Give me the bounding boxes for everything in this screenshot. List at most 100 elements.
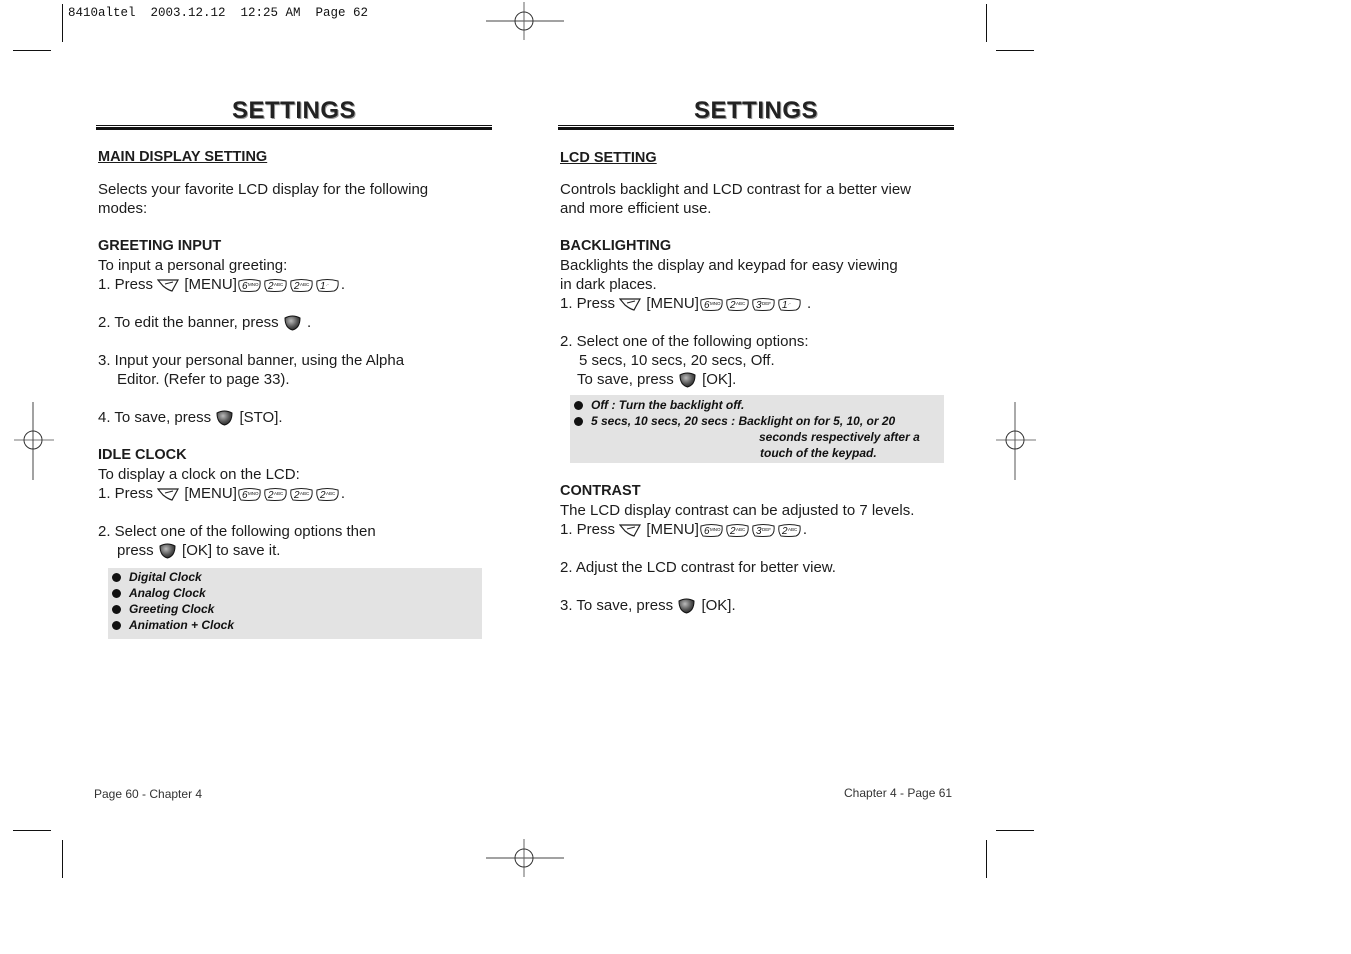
backlighting-step2: 2. Select one of the following options:: [560, 333, 809, 350]
greeting-step3: 3. Input your personal banner, using the…: [98, 352, 405, 369]
svg-text:ABC: ABC: [736, 301, 746, 306]
menu-softkey-icon: [619, 522, 642, 543]
contrast-step1: 1. Press [MENU] 6 MNO 2 ABC 3 DEF 2 ABC.: [560, 520, 914, 539]
note-item-cont: touch of the keypad.: [760, 446, 877, 460]
right-page-footer: Chapter 4 - Page 61: [844, 786, 953, 800]
svg-text:DEF: DEF: [762, 301, 771, 306]
left-page-content: MAIN DISPLAY SETTING Selects your favori…: [98, 148, 428, 560]
right-page-content: LCD SETTING Controls backlight and LCD c…: [560, 149, 911, 389]
backlighting-options: 5 secs, 10 secs, 20 secs, Off.: [579, 352, 775, 369]
crop-mark: [986, 4, 987, 42]
contrast-step3: 3. To save, press [OK].: [560, 596, 914, 615]
backlighting-desc: Backlights the display and keypad for ea…: [560, 257, 898, 274]
bullet-icon: [112, 621, 121, 630]
option-item: Greeting Clock: [112, 601, 482, 617]
title-rule: [96, 127, 492, 130]
backlighting-heading: BACKLIGHTING: [560, 238, 672, 254]
svg-text:MNO: MNO: [710, 301, 721, 306]
option-item: Digital Clock: [112, 569, 482, 585]
backlighting-save: To save, press [OK].: [560, 370, 911, 389]
intro-line: modes:: [98, 200, 148, 217]
print-header: 8410altel 2003.12.12 12:25 AM Page 62: [68, 6, 369, 20]
contrast-section: CONTRAST The LCD display contrast can be…: [560, 482, 914, 615]
svg-text:ABC: ABC: [300, 491, 310, 496]
crop-mark: [986, 840, 987, 878]
left-page-footer: Page 60 - Chapter 4: [94, 787, 203, 801]
menu-softkey-icon: [619, 296, 642, 317]
svg-text:ABC: ABC: [274, 282, 284, 287]
bullet-icon: [112, 605, 121, 614]
registration-mark-right: [996, 402, 1036, 480]
intro-line: Selects your favorite LCD display for th…: [98, 181, 429, 198]
svg-text:ABC: ABC: [300, 282, 310, 287]
ok-key-icon: [678, 371, 697, 393]
bullet-icon: [112, 573, 121, 582]
section-title: MAIN DISPLAY SETTING: [98, 149, 268, 165]
greeting-heading: GREETING INPUT: [98, 238, 222, 254]
title-rule: [558, 125, 954, 126]
bullet-icon: [574, 401, 583, 410]
idle-clock-step2-cont: press [OK] to save it.: [98, 541, 428, 560]
greeting-step3-cont: Editor. (Refer to page 33).: [117, 371, 290, 388]
right-page-title: SETTINGS: [693, 97, 818, 124]
crop-mark: [996, 830, 1034, 831]
contrast-step2: 2. Adjust the LCD contrast for better vi…: [560, 559, 836, 576]
intro-line: Controls backlight and LCD contrast for …: [560, 181, 911, 198]
svg-text:2: 2: [267, 281, 274, 292]
greeting-desc: To input a personal greeting:: [98, 257, 288, 274]
crop-mark: [62, 4, 63, 42]
keypad-key-3-icon: 3 DEF: [751, 296, 776, 317]
title-rule: [96, 125, 492, 126]
contrast-heading: CONTRAST: [560, 483, 641, 499]
option-item: Analog Clock: [112, 585, 482, 601]
keypad-key-6-icon: 6 MNO: [237, 486, 262, 507]
svg-text:2: 2: [319, 490, 326, 501]
keypad-key-6-icon: 6 MNO: [699, 296, 724, 317]
keypad-sequence: 6 MNO 2 ABC 3 DEF 2 ABC: [699, 521, 803, 538]
keypad-key-1-icon: 1 .-: [777, 296, 802, 317]
greeting-step1: 1. Press [MENU] 6 MNO 2 ABC 2 ABC 1 .-.: [98, 275, 428, 294]
intro-line: and more efficient use.: [560, 200, 712, 217]
note-item: 5 secs, 10 secs, 20 secs : Backlight on …: [574, 413, 944, 429]
idle-clock-options-box: Digital Clock Analog Clock Greeting Cloc…: [108, 568, 482, 639]
crop-mark: [13, 830, 51, 831]
title-rule: [558, 127, 954, 130]
keypad-key-2-icon: 2 ABC: [725, 296, 750, 317]
left-page-title: SETTINGS: [231, 97, 356, 124]
backlighting-step1: 1. Press [MENU] 6 MNO 2 ABC 3 DEF 1 .- .: [560, 294, 911, 313]
bullet-icon: [112, 589, 121, 598]
svg-text:ABC: ABC: [736, 527, 746, 532]
keypad-key-6-icon: 6 MNO: [699, 522, 724, 543]
svg-text:1: 1: [320, 281, 326, 292]
svg-text:2: 2: [781, 526, 788, 537]
registration-mark-top: [486, 2, 564, 40]
idle-clock-desc: To display a clock on the LCD:: [98, 466, 300, 483]
keypad-sequence: 6 MNO 2 ABC 2 ABC 2 ABC: [237, 485, 341, 502]
keypad-sequence: 6 MNO 2 ABC 2 ABC 1 .-: [237, 276, 341, 293]
registration-mark-left: [14, 402, 54, 480]
section-title: LCD SETTING: [560, 150, 657, 166]
keypad-key-2-icon: 2 ABC: [315, 486, 340, 507]
keypad-key-6-icon: 6 MNO: [237, 277, 262, 298]
keypad-key-1-icon: 1 .-: [315, 277, 340, 298]
keypad-key-2-icon: 2 ABC: [263, 277, 288, 298]
keypad-key-2-icon: 2 ABC: [289, 277, 314, 298]
svg-text:ABC: ABC: [326, 491, 336, 496]
svg-text:MNO: MNO: [248, 282, 259, 287]
greeting-step4: 4. To save, press [STO].: [98, 408, 428, 427]
note-item-cont: seconds respectively after a: [759, 430, 920, 444]
svg-text:MNO: MNO: [248, 491, 259, 496]
svg-text:ABC: ABC: [274, 491, 284, 496]
backlighting-desc: in dark places.: [560, 276, 657, 293]
ok-key-icon: [158, 542, 177, 564]
note-item: Off : Turn the backlight off.: [574, 397, 944, 413]
greeting-step2: 2. To edit the banner, press .: [98, 313, 428, 332]
bullet-icon: [574, 417, 583, 426]
contrast-desc: The LCD display contrast can be adjusted…: [560, 502, 915, 519]
svg-text:2: 2: [267, 490, 274, 501]
crop-mark: [996, 50, 1034, 51]
svg-text:MNO: MNO: [710, 527, 721, 532]
keypad-key-2-icon: 2 ABC: [725, 522, 750, 543]
svg-text:2: 2: [293, 281, 300, 292]
crop-mark: [62, 840, 63, 878]
